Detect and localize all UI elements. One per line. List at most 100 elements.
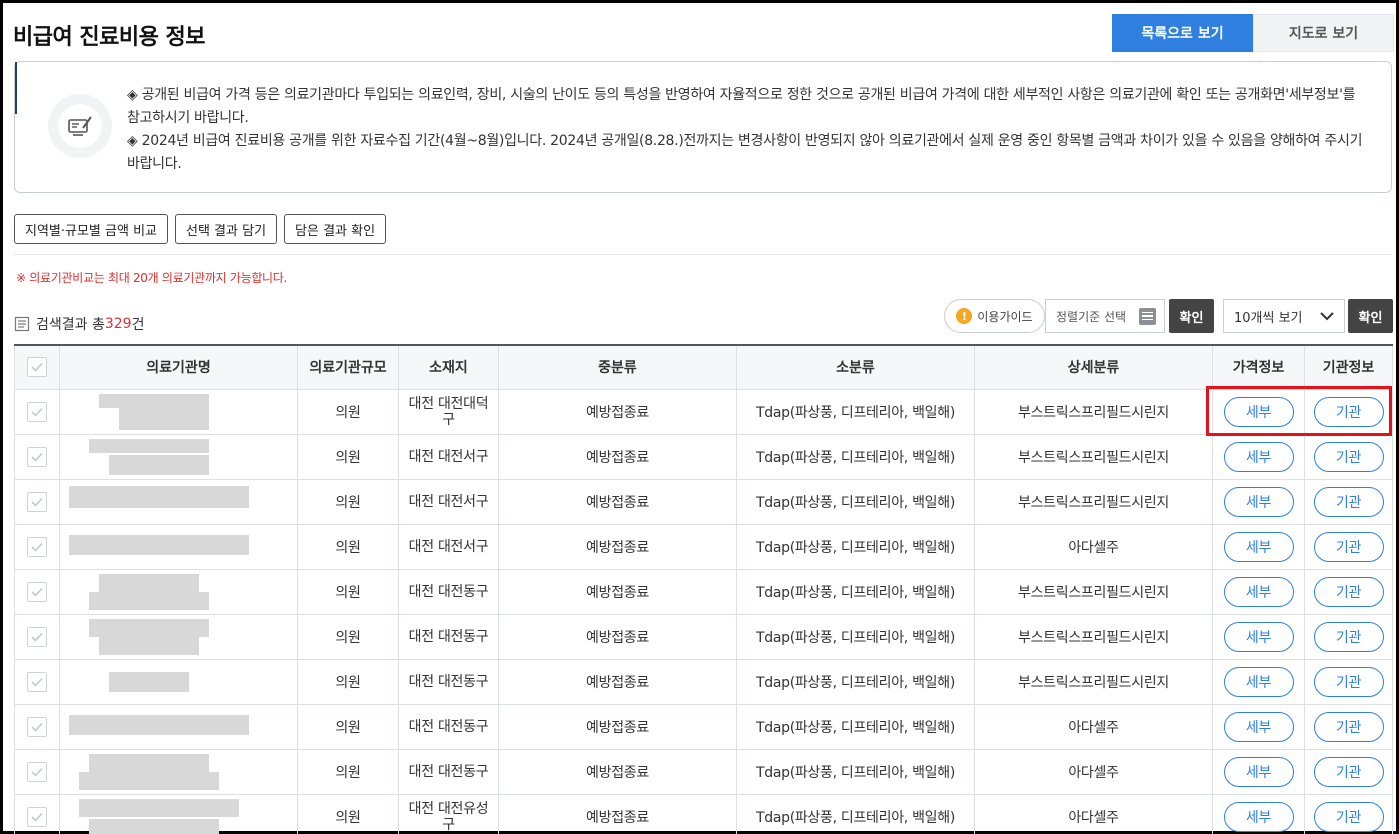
sub-category-cell: Tdap(파상풍, 디프테리아, 백일해) xyxy=(736,703,975,750)
institution-name-cell[interactable] xyxy=(59,568,298,615)
check-selection-button[interactable]: 담은 결과 확인 xyxy=(284,214,387,244)
blurred-institution-name xyxy=(88,573,269,610)
institution-info-button[interactable]: 기관 xyxy=(1313,396,1384,427)
notice-icon-circle xyxy=(48,94,112,158)
sort-select[interactable]: 정렬기준 선택 xyxy=(1045,299,1165,333)
price-detail-button[interactable]: 세부 xyxy=(1223,801,1294,832)
price-detail-button[interactable]: 세부 xyxy=(1223,531,1294,562)
institution-name-cell[interactable] xyxy=(59,703,298,750)
detail-category-cell: 아다셀주 xyxy=(974,748,1213,795)
row-checkbox[interactable] xyxy=(27,491,47,512)
list-view-button[interactable]: 목록으로 보기 xyxy=(1112,14,1253,52)
institution-name-cell[interactable] xyxy=(59,478,298,525)
row-checkbox[interactable] xyxy=(27,581,47,602)
divider xyxy=(14,254,1392,255)
institution-name-cell[interactable] xyxy=(59,523,298,570)
row-checkbox[interactable] xyxy=(27,446,47,467)
select-all-cell xyxy=(14,345,60,390)
institution-name-cell[interactable] xyxy=(59,433,298,480)
mid-category-cell: 예방접종료 xyxy=(498,703,737,750)
table-row[interactable]: 의원 대전 대전유성구 예방접종료 Tdap(파상풍, 디프테리아, 백일해) … xyxy=(14,793,1393,834)
row-select-cell xyxy=(14,658,60,705)
notice-accent-bar xyxy=(15,62,17,114)
blurred-institution-name xyxy=(89,393,269,430)
row-checkbox[interactable] xyxy=(27,536,47,557)
price-detail-button[interactable]: 세부 xyxy=(1223,756,1294,787)
sub-category-cell: Tdap(파상풍, 디프테리아, 백일해) xyxy=(736,568,975,615)
row-select-cell xyxy=(14,613,60,660)
select-all-checkbox[interactable] xyxy=(27,357,47,378)
institution-name-cell[interactable] xyxy=(59,658,298,705)
institution-size-cell: 의원 xyxy=(297,523,399,570)
row-checkbox[interactable] xyxy=(27,401,47,422)
table-row[interactable]: 의원 대전 대전동구 예방접종료 Tdap(파상풍, 디프테리아, 백일해) 부… xyxy=(14,658,1393,705)
sort-confirm-button[interactable]: 확인 xyxy=(1169,299,1214,333)
price-detail-button[interactable]: 세부 xyxy=(1223,711,1294,742)
row-checkbox[interactable] xyxy=(27,626,47,647)
institution-info-button[interactable]: 기관 xyxy=(1313,576,1384,607)
price-detail-button[interactable]: 세부 xyxy=(1223,576,1294,607)
sub-category-cell: Tdap(파상풍, 디프테리아, 백일해) xyxy=(736,388,975,435)
institution-info-button[interactable]: 기관 xyxy=(1313,711,1384,742)
price-detail-button[interactable]: 세부 xyxy=(1223,441,1294,472)
row-select-cell xyxy=(14,523,60,570)
price-info-cell: 세부 xyxy=(1212,748,1305,795)
institution-name-cell[interactable] xyxy=(59,793,298,834)
map-view-button[interactable]: 지도로 보기 xyxy=(1253,14,1394,52)
table-row[interactable]: 의원 대전 대전서구 예방접종료 Tdap(파상풍, 디프테리아, 백일해) 아… xyxy=(14,523,1393,570)
institution-name-cell[interactable] xyxy=(59,613,298,660)
check-icon xyxy=(31,632,43,642)
blurred-institution-name xyxy=(68,529,269,565)
check-icon xyxy=(31,363,43,372)
institution-info-cell: 기관 xyxy=(1304,793,1393,834)
compare-button[interactable]: 지역별·규모별 금액 비교 xyxy=(14,214,168,244)
page-title: 비급여 진료비용 정보 xyxy=(13,25,205,50)
institution-name-cell[interactable] xyxy=(59,748,298,795)
table-row[interactable]: 의원 대전 대전서구 예방접종료 Tdap(파상풍, 디프테리아, 백일해) 부… xyxy=(14,478,1393,525)
detail-category-cell: 부스트릭스프리필드시린지 xyxy=(974,613,1213,660)
institution-info-button[interactable]: 기관 xyxy=(1313,666,1384,697)
price-detail-button[interactable]: 세부 xyxy=(1223,666,1294,697)
institution-info-button[interactable]: 기관 xyxy=(1313,486,1384,517)
detail-category-cell: 부스트릭스프리필드시린지 xyxy=(974,478,1213,525)
institution-info-cell: 기관 xyxy=(1304,658,1393,705)
row-checkbox[interactable] xyxy=(27,761,47,782)
sub-category-cell: Tdap(파상풍, 디프테리아, 백일해) xyxy=(736,478,975,525)
location-cell: 대전 대전동구 xyxy=(398,568,499,615)
row-select-cell xyxy=(14,748,60,795)
table-row[interactable]: 의원 대전 대전동구 예방접종료 Tdap(파상풍, 디프테리아, 백일해) 아… xyxy=(14,748,1393,795)
page-size-select[interactable]: 10개씩 보기 xyxy=(1223,299,1345,333)
price-detail-button[interactable]: 세부 xyxy=(1223,486,1294,517)
price-detail-button[interactable]: 세부 xyxy=(1223,396,1294,427)
institution-info-button[interactable]: 기관 xyxy=(1313,621,1384,652)
page-size-confirm-button[interactable]: 확인 xyxy=(1348,299,1393,333)
price-info-cell: 세부 xyxy=(1212,793,1305,834)
row-checkbox[interactable] xyxy=(27,671,47,692)
institution-name-cell[interactable] xyxy=(59,388,298,435)
institution-info-button[interactable]: 기관 xyxy=(1313,801,1384,832)
table-row[interactable]: 의원 대전 대전동구 예방접종료 Tdap(파상풍, 디프테리아, 백일해) 아… xyxy=(14,703,1393,750)
add-selection-button[interactable]: 선택 결과 담기 xyxy=(175,214,278,244)
institution-info-button[interactable]: 기관 xyxy=(1313,531,1384,562)
row-select-cell xyxy=(14,703,60,750)
price-info-cell: 세부 xyxy=(1212,613,1305,660)
col-header-sub-category: 소분류 xyxy=(736,345,975,390)
table-row[interactable]: 의원 대전 대전대덕구 예방접종료 Tdap(파상풍, 디프테리아, 백일해) … xyxy=(14,388,1393,435)
institution-info-button[interactable]: 기관 xyxy=(1313,441,1384,472)
price-detail-button[interactable]: 세부 xyxy=(1223,621,1294,652)
detail-category-cell: 아다셀주 xyxy=(974,523,1213,570)
table-row[interactable]: 의원 대전 대전동구 예방접종료 Tdap(파상풍, 디프테리아, 백일해) 부… xyxy=(14,613,1393,660)
table-row[interactable]: 의원 대전 대전서구 예방접종료 Tdap(파상풍, 디프테리아, 백일해) 부… xyxy=(14,433,1393,480)
usage-guide-button[interactable]: ! 이용가이드 xyxy=(944,299,1045,333)
info-icon: ! xyxy=(956,308,973,324)
table-row[interactable]: 의원 대전 대전동구 예방접종료 Tdap(파상풍, 디프테리아, 백일해) 부… xyxy=(14,568,1393,615)
institution-info-button[interactable]: 기관 xyxy=(1313,756,1384,787)
row-checkbox[interactable] xyxy=(27,806,47,827)
col-header-name: 의료기관명 xyxy=(59,345,298,390)
institution-info-cell: 기관 xyxy=(1304,613,1393,660)
row-checkbox[interactable] xyxy=(27,716,47,737)
price-info-cell: 세부 xyxy=(1212,523,1305,570)
row-select-cell xyxy=(14,478,60,525)
price-info-cell: 세부 xyxy=(1212,433,1305,480)
col-header-location: 소재지 xyxy=(398,345,499,390)
